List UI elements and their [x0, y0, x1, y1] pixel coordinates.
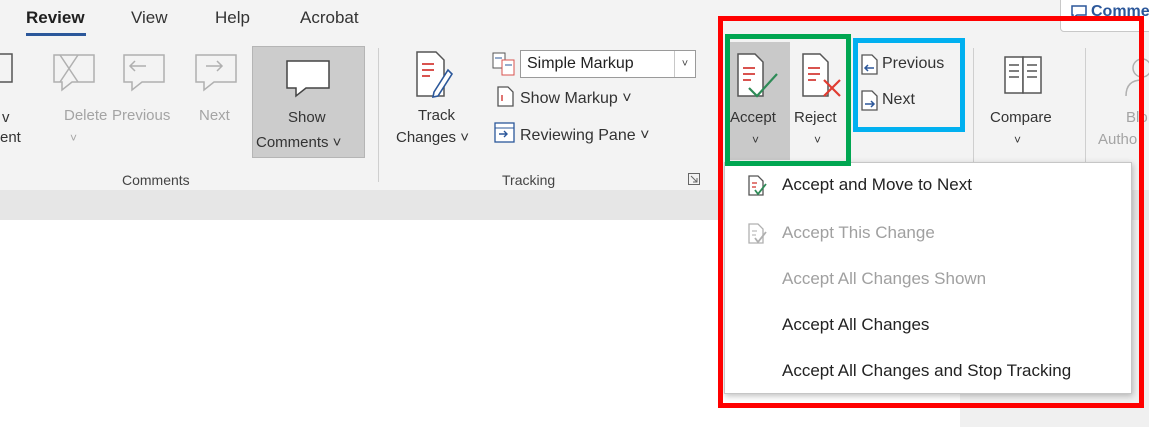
tab-acrobat[interactable]: Acrobat [300, 8, 359, 28]
show-comments-icon [286, 60, 330, 98]
display-for-review-icon [492, 52, 515, 76]
track-changes-label-1[interactable]: Track [418, 106, 455, 126]
group-separator [378, 48, 379, 182]
highlight-box-green [725, 34, 851, 166]
markup-select-value: Simple Markup [527, 55, 634, 72]
show-comments-label-1: Show [288, 109, 326, 126]
new-comment-label-prefix[interactable]: v [2, 108, 10, 128]
delete-comment-icon [53, 54, 95, 92]
show-markup-button[interactable]: Show Markup ˅ [520, 89, 632, 109]
delete-dropdown-arrow[interactable]: ˅ [70, 128, 77, 148]
chevron-down-icon: ˅ [674, 51, 695, 77]
show-comments-label-2: Comments ˅ [256, 134, 342, 151]
next-comment-icon [195, 54, 237, 92]
reviewing-pane-icon [494, 122, 515, 143]
comments-group-label: Comments [122, 172, 190, 188]
track-changes-icon [416, 51, 454, 99]
delete-comment-button[interactable]: Delete [64, 106, 107, 126]
reviewing-pane-button[interactable]: Reviewing Pane ˅ [520, 126, 649, 146]
tab-review[interactable]: Review [26, 8, 85, 28]
previous-comment-icon [123, 54, 165, 92]
tracking-group-label: Tracking [502, 172, 556, 188]
tab-help[interactable]: Help [215, 8, 250, 28]
highlight-box-blue [853, 38, 965, 132]
new-comment-icon [0, 53, 13, 83]
dialog-launcher-icon[interactable] [688, 173, 700, 185]
tab-view[interactable]: View [131, 8, 168, 28]
next-comment-button[interactable]: Next [199, 106, 230, 126]
show-markup-icon [497, 86, 514, 107]
new-comment-label[interactable]: ent [0, 128, 21, 148]
previous-comment-button[interactable]: Previous [112, 106, 170, 126]
track-changes-label-2[interactable]: Changes ˅ [396, 128, 469, 148]
markup-display-select[interactable]: Simple Markup ˅ [520, 50, 696, 78]
